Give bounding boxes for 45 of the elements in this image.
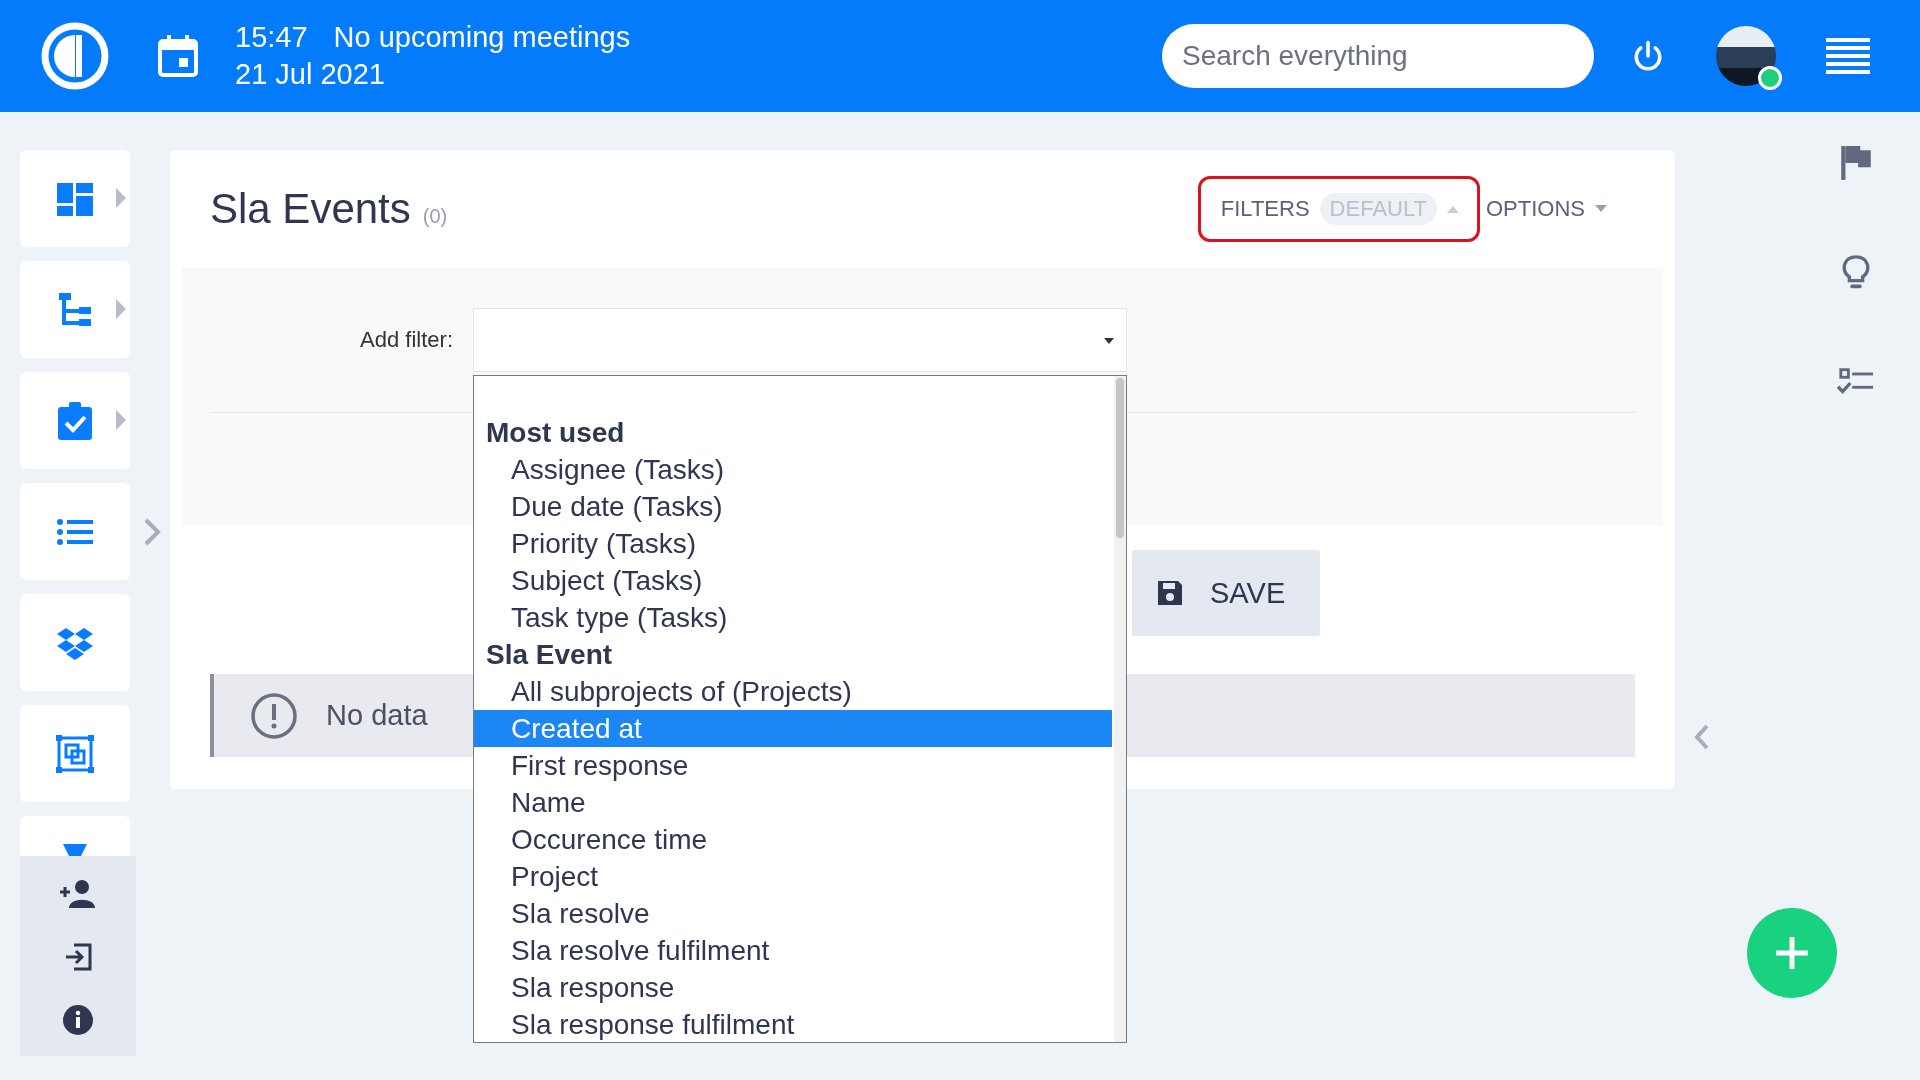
dropdown-option[interactable]: Due date (Tasks) xyxy=(474,488,1112,525)
add-filter-label: Add filter: xyxy=(359,327,454,353)
caret-icon xyxy=(1104,338,1114,344)
sidebar-tile[interactable] xyxy=(20,150,130,247)
dropdown-option[interactable]: First response xyxy=(474,747,1112,784)
search-field[interactable]: Search everything xyxy=(1162,24,1594,88)
dropdown-option[interactable]: Priority (Tasks) xyxy=(474,525,1112,562)
dropdown-option[interactable]: Sla resolve fulfilment xyxy=(474,932,1112,969)
sidebar-tile[interactable] xyxy=(20,483,130,580)
sidebar-tile[interactable] xyxy=(20,816,130,856)
dropdown-option[interactable]: Task type (Tasks) xyxy=(474,599,1112,636)
scrollbar[interactable] xyxy=(1114,376,1126,1042)
sidebar-tile[interactable] xyxy=(20,594,130,691)
caret-icon xyxy=(1595,205,1607,213)
save-button[interactable]: SAVE xyxy=(1132,550,1320,636)
chevron-right-icon[interactable] xyxy=(142,516,162,547)
dropdown-option[interactable]: All subprojects of (Projects) xyxy=(474,673,1112,710)
menu-icon[interactable] xyxy=(1826,38,1870,74)
page-title: Sla Events xyxy=(210,185,411,233)
date-text: 21 Jul 2021 xyxy=(235,57,386,92)
sidebar-tile[interactable] xyxy=(20,372,130,469)
option-group-label: Most used xyxy=(485,416,626,450)
dropdown-option[interactable]: Occurence time xyxy=(474,821,1112,858)
frame-icon xyxy=(55,733,95,774)
dropdown-option[interactable]: Sla response fulfilment xyxy=(474,1006,1112,1042)
dropdown-option[interactable]: Sla resolve xyxy=(474,895,1112,932)
clock-time: 15:47 xyxy=(235,20,308,55)
dropdown-option[interactable]: Sla response xyxy=(474,969,1112,1006)
add-user-icon[interactable] xyxy=(58,877,98,910)
clipboard-check-icon xyxy=(55,400,95,441)
avatar[interactable] xyxy=(1716,26,1776,86)
sidebar-tile[interactable] xyxy=(20,261,130,358)
dropdown-option[interactable]: Project xyxy=(474,858,1112,895)
empty-message: No data xyxy=(326,699,428,732)
exclamation-circle-icon xyxy=(250,691,298,740)
dropdown-option[interactable]: Subject (Tasks) xyxy=(474,562,1112,599)
meetings-text[interactable]: No upcoming meetings xyxy=(333,19,631,56)
dropdown-option[interactable]: Assignee (Tasks) xyxy=(474,451,1112,488)
option-group-label: Sla Event xyxy=(485,638,614,672)
record-count: (0) xyxy=(422,205,448,228)
sidebar-tile[interactable] xyxy=(20,705,130,802)
options-button[interactable]: OPTIONS xyxy=(1486,196,1607,222)
dropdown-option[interactable]: Name xyxy=(474,784,1112,821)
dropdown-option[interactable]: Created at xyxy=(474,710,1112,747)
logo-icon[interactable] xyxy=(40,21,110,91)
